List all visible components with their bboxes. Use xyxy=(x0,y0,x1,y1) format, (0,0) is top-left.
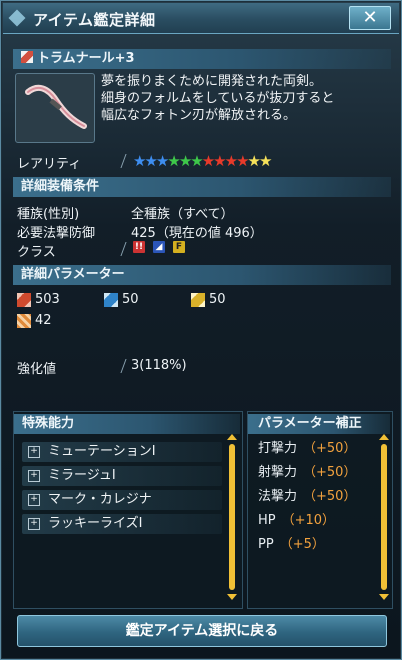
scroll-down-arrow-icon[interactable] xyxy=(379,594,389,600)
scrollbar-thumb[interactable] xyxy=(229,444,235,590)
star-icon: ★ xyxy=(133,152,147,170)
star-icon: ★ xyxy=(236,152,250,170)
ability-name: ミューテーションⅠ xyxy=(48,444,156,459)
bonus-name: HP xyxy=(258,513,276,528)
bonus-value: （+10） xyxy=(281,513,336,528)
item-name-header: トラムナール+3 xyxy=(13,49,391,69)
bonus-value: （+5） xyxy=(279,537,325,552)
scroll-up-arrow-icon[interactable] xyxy=(227,434,237,440)
bonus-value: （+50） xyxy=(303,489,357,504)
expand-icon: + xyxy=(28,493,40,506)
bonus-name: PP xyxy=(258,537,274,552)
ability-item[interactable]: + ラッキーライズⅠ xyxy=(22,514,222,534)
star-icon: ★ xyxy=(144,152,158,170)
bonus-row: HP （+10） xyxy=(258,512,376,530)
extra-param-value: 42 xyxy=(35,313,52,328)
requirement-label: 必要法撃防御 xyxy=(17,226,96,241)
bonus-value: （+50） xyxy=(303,441,357,456)
bonus-value: （+50） xyxy=(303,465,357,480)
requirement-value: 425（現在の値 496） xyxy=(131,226,263,241)
hunter-class-icon: !! xyxy=(133,241,145,253)
force-class-icon: F xyxy=(173,241,185,253)
separator xyxy=(120,154,127,168)
window-title: アイテム鑑定詳細 xyxy=(33,11,156,29)
technique-icon xyxy=(191,293,205,307)
grind-value: 3(118%) xyxy=(131,358,187,373)
ability-name: マーク・カレジナ xyxy=(48,492,152,507)
expand-icon: + xyxy=(28,445,40,458)
description-line-2: 細身のフォルムをしているが抜刀すると xyxy=(101,91,335,106)
star-icon: ★ xyxy=(247,152,262,170)
parameters-header: 詳細パラメーター xyxy=(13,265,391,285)
star-icon: ★ xyxy=(224,152,239,170)
close-button[interactable]: ✕ xyxy=(349,6,391,30)
striking-icon xyxy=(17,293,31,307)
bonus-row: PP （+5） xyxy=(258,536,376,554)
class-label: クラス xyxy=(17,245,56,260)
item-description: 夢を振りまくために開発された両剣。 細身のフォルムをしているが抜刀すると 幅広な… xyxy=(101,73,393,124)
race-label: 種族(性別) xyxy=(17,207,80,222)
technique-value: 50 xyxy=(209,292,226,307)
description-line-1: 夢を振りまくために開発された両剣。 xyxy=(101,74,323,89)
ability-name: ミラージュⅠ xyxy=(48,468,116,483)
ability-item[interactable]: + マーク・カレジナ xyxy=(22,490,222,510)
description-line-3: 幅広なフォトン刃が解放される。 xyxy=(101,108,297,123)
star-icon: ★ xyxy=(167,152,181,170)
back-to-appraisal-selection-button[interactable]: 鑑定アイテム選択に戻る xyxy=(17,615,387,647)
expand-icon: + xyxy=(28,469,40,482)
bonus-name: 打撃力 xyxy=(258,441,298,456)
striking-value: 503 xyxy=(35,292,60,307)
item-name: トラムナール+3 xyxy=(37,51,135,66)
star-icon: ★ xyxy=(190,152,204,170)
rarity-stars: ★★★★★★★★★★★★ xyxy=(133,152,273,170)
bonus-row: 打撃力 （+50） xyxy=(258,440,376,458)
ranged-icon xyxy=(104,293,118,307)
rarity-label: レアリティ xyxy=(17,157,82,172)
param-bonus-panel: パラメーター補正 打撃力 （+50） 射撃力 （+50） 法撃力 （+50） HP （+… xyxy=(247,411,393,609)
scroll-up-arrow-icon[interactable] xyxy=(379,434,389,440)
bonus-row: 法撃力 （+50） xyxy=(258,488,376,506)
ability-name: ラッキーライズⅠ xyxy=(48,516,143,531)
star-icon: ★ xyxy=(201,152,216,170)
star-icon: ★ xyxy=(155,152,170,170)
param-bonus-header: パラメーター補正 xyxy=(248,414,390,434)
title-bar: アイテム鑑定詳細 ✕ xyxy=(3,3,399,34)
special-abilities-panel: 特殊能力 + ミューテーションⅠ + ミラージュⅠ + マーク・カレジナ + ラッキーラ… xyxy=(13,411,243,609)
title-deco-icon xyxy=(8,9,26,27)
grind-label: 強化値 xyxy=(17,362,57,377)
expand-icon: + xyxy=(28,517,40,530)
separator xyxy=(120,242,127,256)
star-icon: ★ xyxy=(258,152,273,170)
weapon-type-icon xyxy=(21,51,33,63)
separator xyxy=(120,359,127,373)
bonus-name: 射撃力 xyxy=(258,465,298,480)
star-icon: ★ xyxy=(213,152,227,170)
twin-saber-icon xyxy=(25,84,87,129)
special-abilities-header: 特殊能力 xyxy=(14,414,240,434)
scroll-down-arrow-icon[interactable] xyxy=(227,594,237,600)
ranger-class-icon: ◢ xyxy=(153,241,165,253)
star-icon: ★ xyxy=(178,152,193,170)
bonus-name: 法撃力 xyxy=(258,489,298,504)
bonus-row: 射撃力 （+50） xyxy=(258,464,376,482)
race-value: 全種族（すべて） xyxy=(131,207,234,222)
extra-param-icon xyxy=(17,314,31,328)
ability-item[interactable]: + ミラージュⅠ xyxy=(22,466,222,486)
equip-conditions-header: 詳細装備条件 xyxy=(13,177,391,197)
item-appraisal-window: アイテム鑑定詳細 ✕ トラムナール+3 夢を振りまくために開発された両剣。 細身… xyxy=(0,0,402,660)
item-image xyxy=(15,73,95,143)
ability-item[interactable]: + ミューテーションⅠ xyxy=(22,442,222,462)
ranged-value: 50 xyxy=(122,292,139,307)
scrollbar-thumb[interactable] xyxy=(381,444,387,590)
